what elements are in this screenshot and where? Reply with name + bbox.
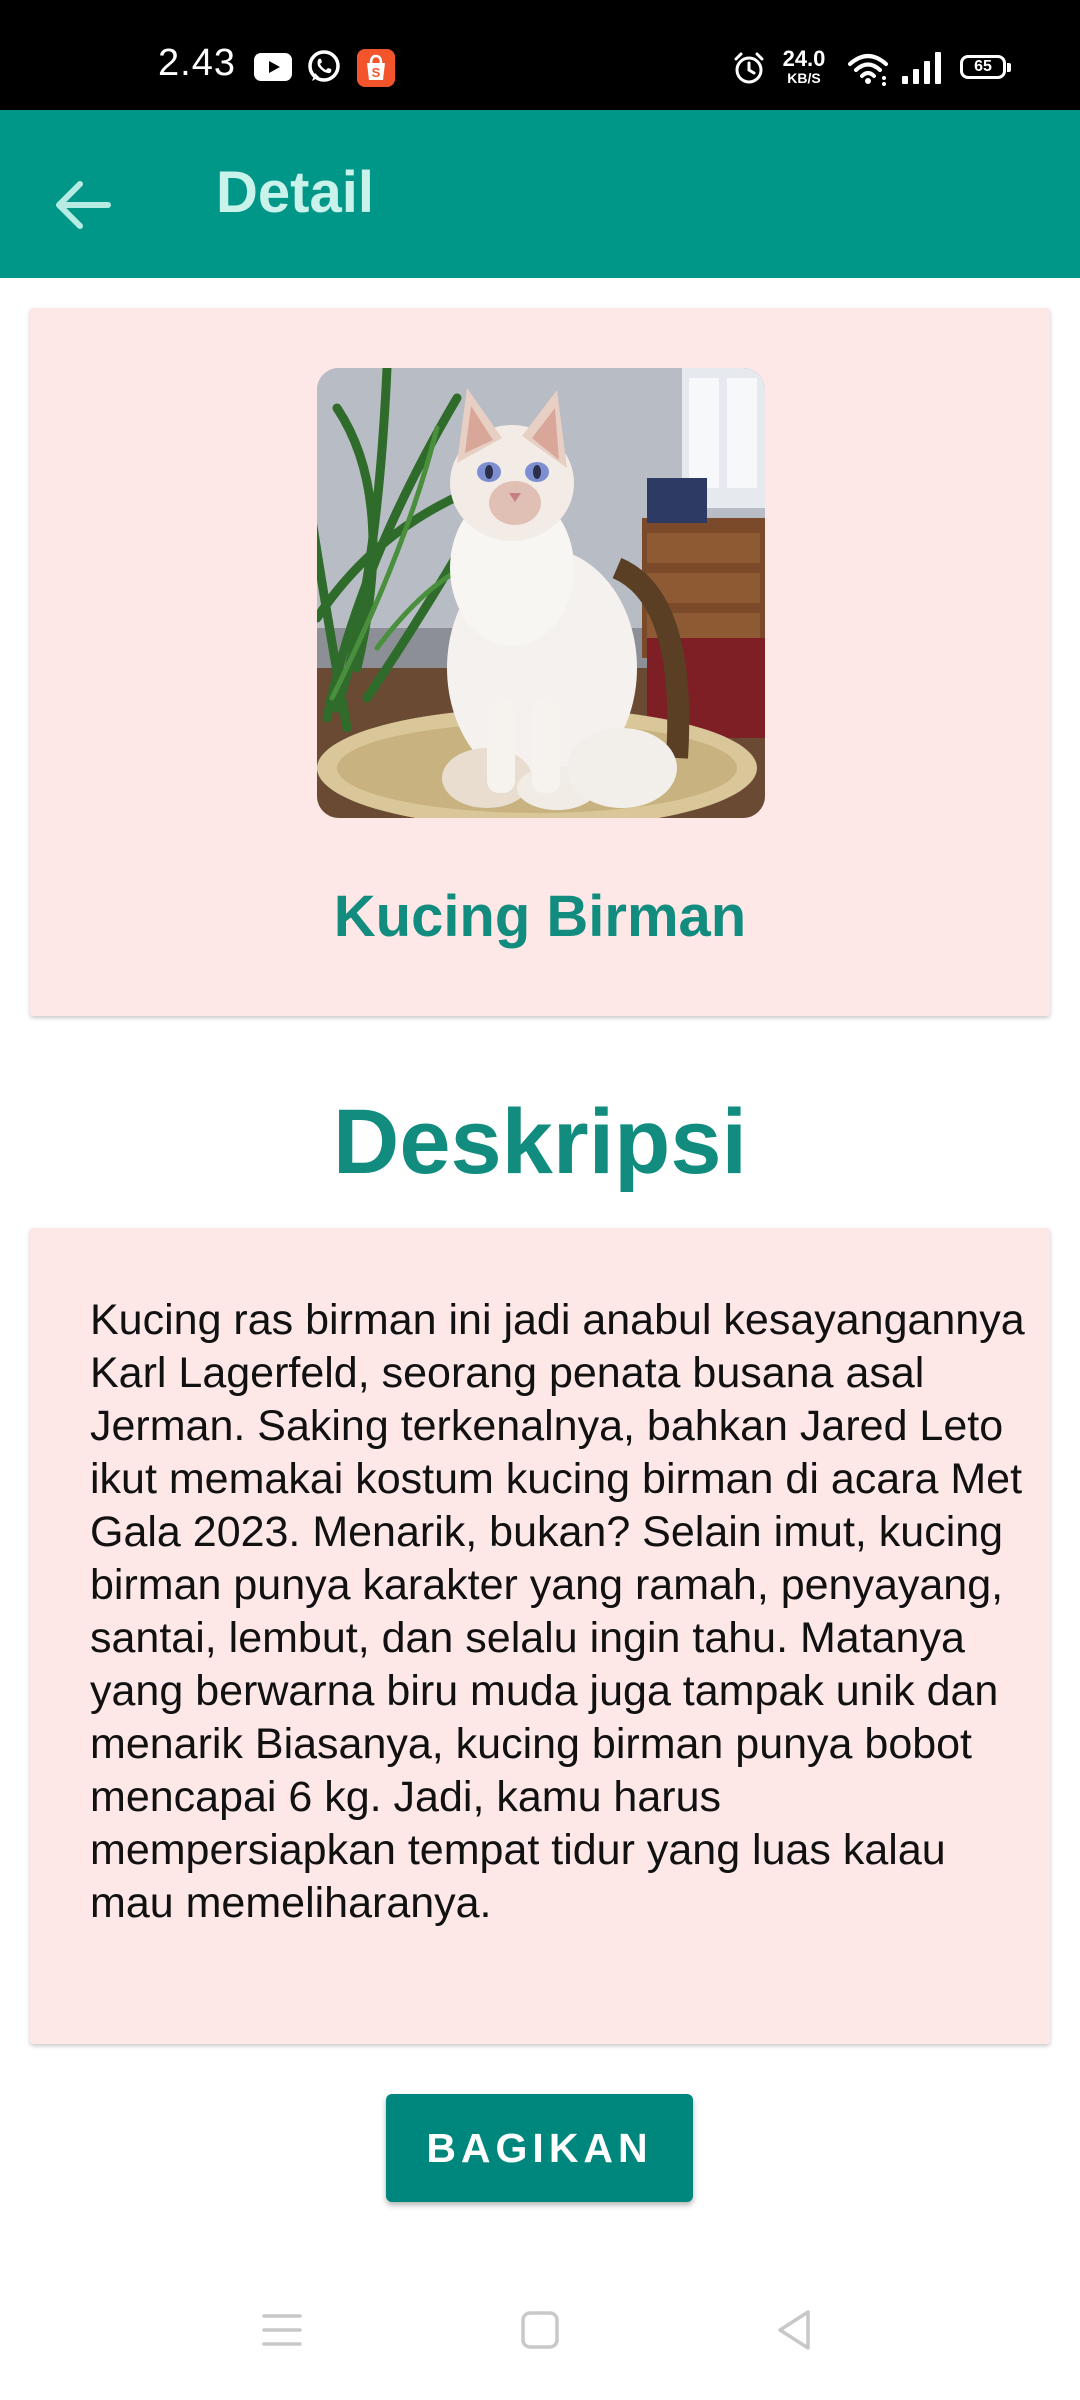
system-nav-bar bbox=[0, 2270, 1080, 2400]
back-icon[interactable] bbox=[774, 2308, 814, 2352]
back-button[interactable] bbox=[40, 162, 126, 248]
share-button[interactable]: BAGIKAN bbox=[386, 2094, 693, 2202]
status-bar: 2.43 S 24.0 KB/S 65 bbox=[0, 0, 1080, 110]
arrow-back-icon bbox=[56, 181, 111, 229]
description-card: Kucing ras birman ini jadi anabul kesaya… bbox=[30, 1228, 1050, 2044]
youtube-icon bbox=[254, 53, 292, 81]
menu-icon[interactable] bbox=[262, 2312, 302, 2348]
status-time: 2.43 bbox=[158, 42, 236, 84]
screen: 2.43 S 24.0 KB/S 65 Detail Kucing Birman… bbox=[0, 0, 1080, 2400]
page-title: Detail bbox=[216, 160, 374, 225]
description-text: Kucing ras birman ini jadi anabul kesaya… bbox=[90, 1296, 1025, 1927]
whatsapp-icon bbox=[308, 50, 340, 82]
cat-name: Kucing Birman bbox=[333, 884, 747, 949]
alarm-icon bbox=[734, 52, 764, 84]
battery-icon: 65 bbox=[960, 55, 1011, 79]
svg-text:S: S bbox=[372, 65, 381, 80]
network-speed: 24.0 KB/S bbox=[776, 46, 832, 86]
wifi-icon bbox=[848, 54, 888, 86]
description-heading: Deskripsi bbox=[332, 1091, 748, 1193]
network-speed-value: 24.0 bbox=[782, 46, 826, 71]
network-speed-unit: KB/S bbox=[787, 70, 821, 86]
home-icon[interactable] bbox=[520, 2310, 560, 2350]
signal-icon bbox=[902, 52, 941, 84]
app-bar: Detail bbox=[0, 110, 1080, 278]
shopee-icon: S bbox=[357, 49, 395, 87]
cat-image bbox=[317, 368, 765, 818]
cat-header-card: Kucing Birman bbox=[30, 308, 1050, 1016]
